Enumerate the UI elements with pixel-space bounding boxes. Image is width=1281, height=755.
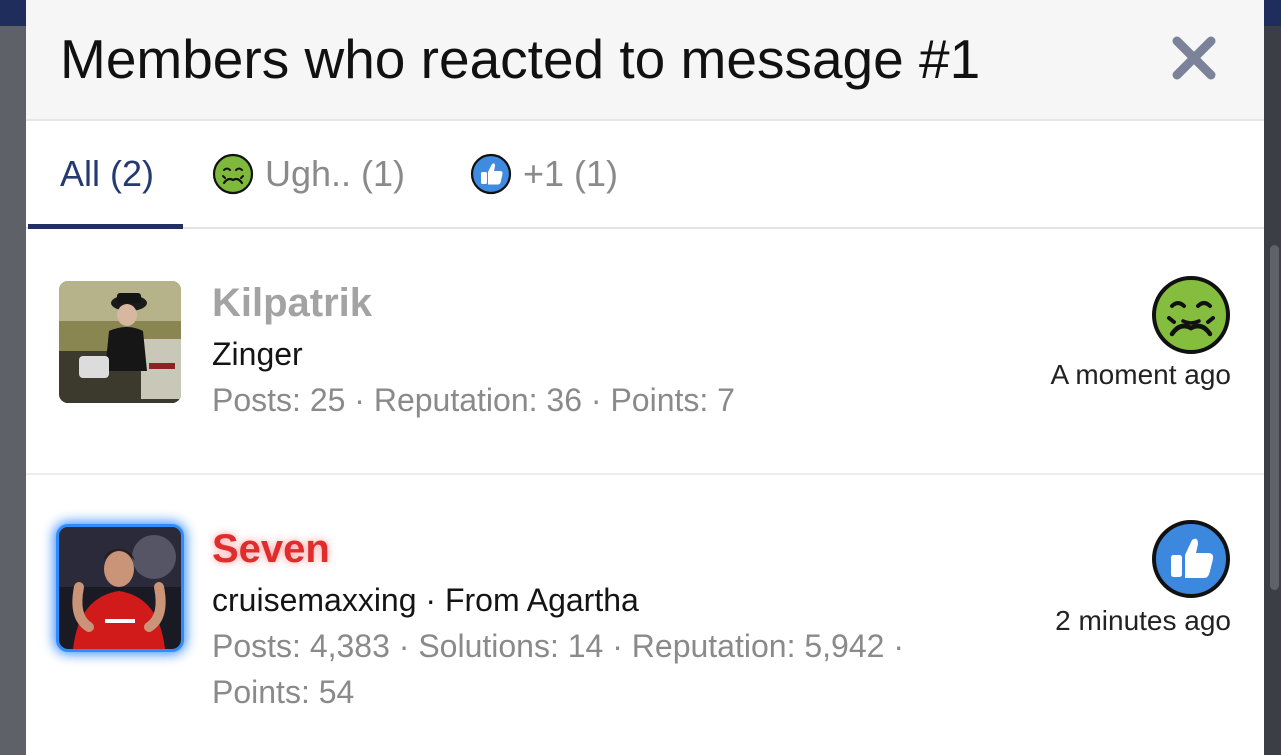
tab-label: All — [60, 153, 101, 194]
modal-title: Members who reacted to message #1 — [60, 28, 981, 90]
reaction-time: A moment ago — [1050, 359, 1231, 390]
member-stats-line: Posts: 4,383 · Solutions: 14 · Reputatio… — [212, 628, 904, 664]
modal-header: Members who reacted to message #1 — [26, 0, 1264, 121]
tab-ugh[interactable]: Ugh.. (1) — [212, 121, 405, 227]
member-name[interactable]: Seven — [212, 527, 330, 572]
tab-count: (2) — [110, 153, 155, 194]
close-icon — [1172, 36, 1216, 80]
member-row: Seven cruisemaxxing · From Agartha Posts… — [26, 475, 1264, 755]
tab-all[interactable]: All (2) — [60, 121, 154, 227]
member-stats: Posts: 25 · Reputation: 36 · Points: 7 — [212, 382, 735, 418]
reaction-time: 2 minutes ago — [1055, 605, 1231, 636]
member-stats: Posts: 4,383 · Solutions: 14 · Reputatio… — [212, 623, 904, 715]
reaction-tabs: All (2) Ugh.. (1) +1 (1) — [26, 121, 1264, 229]
member-row: Kilpatrik Zinger Posts: 25 · Reputation:… — [26, 229, 1264, 475]
nauseated-face-icon — [212, 153, 254, 195]
member-name[interactable]: Kilpatrik — [212, 281, 372, 326]
member-stats-line: Points: 54 — [212, 674, 355, 710]
nauseated-face-icon — [1152, 276, 1230, 354]
tab-label: +1 — [523, 153, 565, 194]
member-title: Zinger — [212, 336, 303, 372]
member-title: cruisemaxxing · From Agartha — [212, 582, 639, 618]
tab-label: Ugh.. — [265, 153, 352, 194]
tab-plus-one[interactable]: +1 (1) — [470, 121, 618, 227]
tab-count: (1) — [574, 153, 619, 194]
scrollbar[interactable] — [1270, 245, 1279, 590]
reactions-modal: Members who reacted to message #1 All (2… — [26, 0, 1264, 755]
close-button[interactable] — [1168, 32, 1220, 84]
avatar[interactable] — [59, 527, 181, 649]
avatar[interactable] — [59, 281, 181, 403]
tab-count: (1) — [361, 153, 406, 194]
avatar-image — [59, 527, 181, 649]
avatar-image — [59, 281, 181, 403]
thumbs-up-icon — [470, 153, 512, 195]
thumbs-up-icon — [1152, 520, 1230, 598]
